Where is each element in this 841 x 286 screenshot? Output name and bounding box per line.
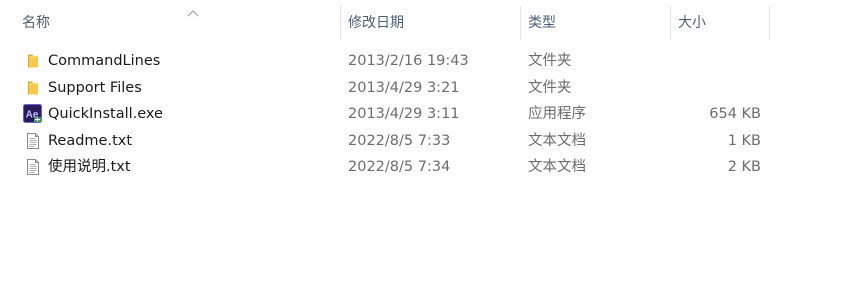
column-header-size-label: 大小 xyxy=(678,15,706,31)
file-row[interactable]: 使用说明.txt 2022/8/5 7:34 文本文档 2 KB xyxy=(0,154,841,181)
sort-ascending-icon xyxy=(187,10,199,17)
column-header-modified[interactable]: 修改日期 xyxy=(341,6,521,40)
file-list: CommandLines 2013/2/16 19:43 文件夹 Support… xyxy=(0,48,841,181)
file-size xyxy=(670,48,761,75)
folder-icon xyxy=(24,52,42,70)
folder-icon xyxy=(24,79,42,97)
file-modified: 2013/4/29 3:21 xyxy=(348,79,460,96)
file-type: 应用程序 xyxy=(528,106,586,122)
file-name: 使用说明.txt xyxy=(48,159,131,175)
file-size xyxy=(670,75,761,102)
text-document-icon xyxy=(24,158,42,176)
file-row[interactable]: Ae QuickInstall.exe 2013/4/29 3:11 应用程序 … xyxy=(0,101,841,128)
column-header-size[interactable]: 大小 xyxy=(671,6,770,40)
file-row[interactable]: Support Files 2013/4/29 3:21 文件夹 xyxy=(0,75,841,102)
column-header-row: 名称 修改日期 类型 大小 xyxy=(0,0,841,40)
file-row[interactable]: CommandLines 2013/2/16 19:43 文件夹 xyxy=(0,48,841,75)
column-header-type[interactable]: 类型 xyxy=(521,6,671,40)
text-document-icon xyxy=(24,132,42,150)
file-size: 2 KB xyxy=(727,159,761,175)
file-type: 文本文档 xyxy=(528,159,586,175)
file-type: 文件夹 xyxy=(528,79,572,96)
file-name: Readme.txt xyxy=(48,132,133,149)
file-explorer-view: 名称 修改日期 类型 大小 CommandLines 2013/2/16 19:… xyxy=(0,0,841,286)
column-header-modified-label: 修改日期 xyxy=(348,15,404,31)
column-header-type-label: 类型 xyxy=(528,15,556,31)
adobe-media-encoder-app-icon: Ae xyxy=(23,104,42,123)
file-modified: 2022/8/5 7:34 xyxy=(348,159,451,175)
file-type: 文本文档 xyxy=(528,132,586,149)
file-size: 1 KB xyxy=(727,132,761,149)
column-header-name-label: 名称 xyxy=(22,15,50,31)
file-modified: 2013/2/16 19:43 xyxy=(348,53,469,69)
file-row[interactable]: Readme.txt 2022/8/5 7:33 文本文档 1 KB xyxy=(0,128,841,155)
file-name: QuickInstall.exe xyxy=(48,106,163,122)
file-modified: 2013/4/29 3:11 xyxy=(348,106,460,122)
file-name: Support Files xyxy=(48,79,142,96)
file-type: 文件夹 xyxy=(528,53,572,69)
column-header-name[interactable]: 名称 xyxy=(15,6,341,40)
file-size: 654 KB xyxy=(709,106,761,122)
file-modified: 2022/8/5 7:33 xyxy=(348,132,451,149)
file-name: CommandLines xyxy=(48,53,161,69)
